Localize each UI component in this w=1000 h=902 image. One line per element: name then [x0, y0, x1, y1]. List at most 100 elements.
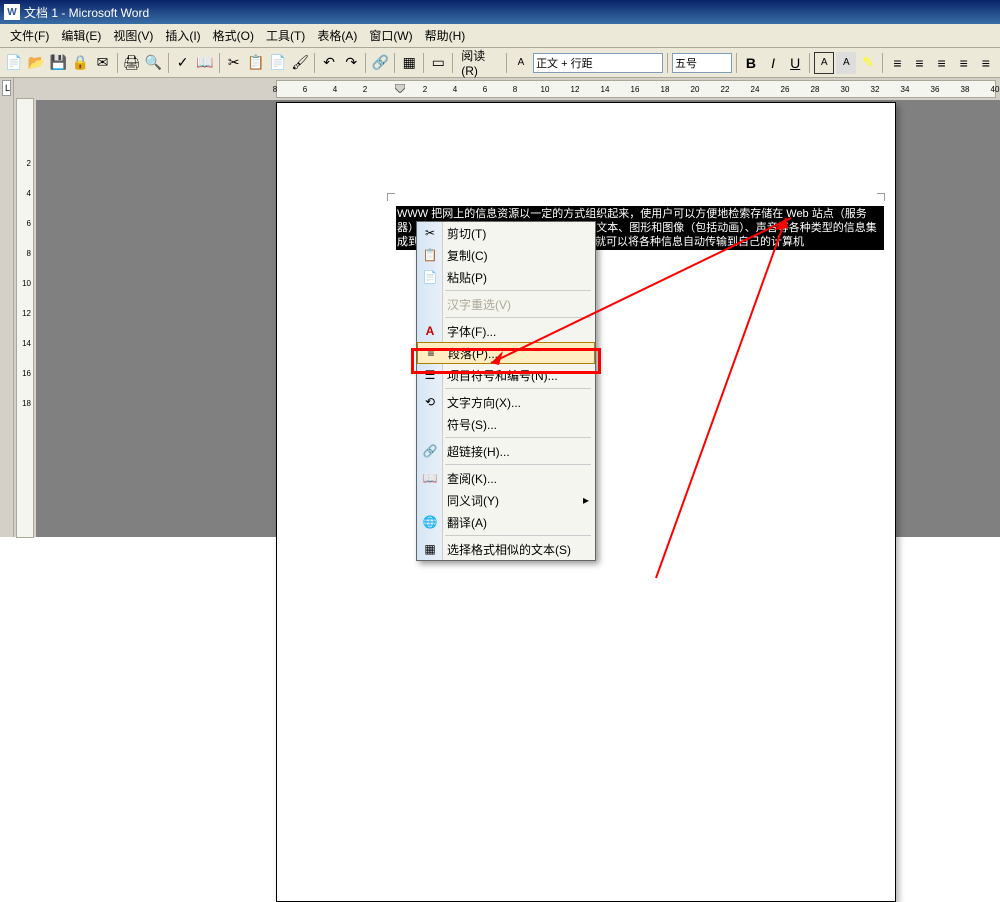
style-select[interactable]: [533, 53, 663, 73]
chevron-right-icon: ▸: [583, 493, 589, 507]
spelling-button[interactable]: ✓: [173, 52, 193, 74]
mail-button[interactable]: ✉: [92, 52, 112, 74]
separator: [882, 53, 883, 73]
copy-button[interactable]: 📋: [246, 52, 266, 74]
print-button[interactable]: 🖨: [121, 52, 141, 74]
paste-icon: 📄: [421, 269, 439, 285]
cm-separator: [445, 464, 591, 465]
annotation-arrow-2: [646, 208, 826, 588]
paste-button[interactable]: 📄: [268, 52, 288, 74]
separator: [736, 53, 737, 73]
copy-icon: 📋: [421, 247, 439, 263]
separator: [365, 53, 366, 73]
align-right-button[interactable]: ≡: [932, 52, 952, 74]
window-title: 文档 1 - Microsoft Word: [24, 4, 149, 21]
save-button[interactable]: 💾: [48, 52, 68, 74]
separator: [506, 53, 507, 73]
cm-select-similar-label: 选择格式相似的文本(S): [447, 541, 571, 558]
cm-separator: [445, 535, 591, 536]
menu-edit[interactable]: 编辑(E): [55, 25, 107, 46]
margin-marker: [387, 193, 395, 201]
workspace: L 24681012141618 86422468101214161820222…: [0, 78, 1000, 537]
cm-text-direction[interactable]: ⟲ 文字方向(X)...: [417, 391, 595, 413]
char-shading-button[interactable]: A: [836, 52, 856, 74]
scissors-icon: ✂: [421, 225, 439, 241]
vertical-ruler[interactable]: 24681012141618: [14, 78, 36, 537]
align-center-button[interactable]: ≡: [909, 52, 929, 74]
cm-symbol-label: 符号(S)...: [447, 416, 497, 433]
open-button[interactable]: 📂: [26, 52, 46, 74]
new-doc-button[interactable]: 📄: [4, 52, 24, 74]
border-button[interactable]: ▭: [428, 52, 448, 74]
cm-symbol[interactable]: 符号(S)...: [417, 413, 595, 435]
menu-table[interactable]: 表格(A): [311, 25, 363, 46]
cm-textdir-label: 文字方向(X)...: [447, 394, 521, 411]
cut-button[interactable]: ✂: [224, 52, 244, 74]
menu-bar: 文件(F) 编辑(E) 视图(V) 插入(I) 格式(O) 工具(T) 表格(A…: [0, 24, 1000, 48]
menu-tools[interactable]: 工具(T): [260, 25, 311, 46]
translate-icon: 🌐: [421, 514, 439, 530]
undo-button[interactable]: ↶: [319, 52, 339, 74]
hyperlink-icon: 🔗: [421, 443, 439, 459]
outline-marker: L: [2, 80, 11, 96]
outline-pane[interactable]: L: [0, 78, 14, 537]
char-border-button[interactable]: A: [814, 52, 834, 74]
cm-separator: [445, 388, 591, 389]
hyperlink-button[interactable]: 🔗: [370, 52, 390, 74]
underline-button[interactable]: U: [785, 52, 805, 74]
tables-button[interactable]: ▦: [399, 52, 419, 74]
paragraph-icon: ≡: [422, 345, 440, 361]
separator: [168, 53, 169, 73]
separator: [314, 53, 315, 73]
separator: [117, 53, 118, 73]
cm-lookup-label: 查阅(K)...: [447, 470, 497, 487]
cm-translate[interactable]: 🌐 翻译(A): [417, 511, 595, 533]
font-icon: A: [421, 323, 439, 339]
preview-button[interactable]: 🔍: [144, 52, 164, 74]
menu-insert[interactable]: 插入(I): [159, 25, 206, 46]
redo-button[interactable]: ↷: [341, 52, 361, 74]
document-area: 8642246810121416182022242628303234363840…: [36, 78, 1000, 537]
highlight-button[interactable]: ✎: [858, 52, 878, 74]
separator: [219, 53, 220, 73]
cm-hyperlink[interactable]: 🔗 超链接(H)...: [417, 440, 595, 462]
cm-separator: [445, 437, 591, 438]
research-button[interactable]: 📖: [195, 52, 215, 74]
styles-button[interactable]: A: [511, 52, 531, 74]
format-painter-button[interactable]: 🖌: [290, 52, 310, 74]
distribute-button[interactable]: ≡: [976, 52, 996, 74]
font-size-select[interactable]: [672, 53, 732, 73]
separator: [667, 53, 668, 73]
toolbar: 📄 📂 💾 🔒 ✉ 🖨 🔍 ✓ 📖 ✂ 📋 📄 🖌 ↶ ↷ 🔗 ▦ ▭ 阅读(R…: [0, 48, 1000, 78]
read-mode-button[interactable]: 阅读(R): [457, 47, 502, 78]
margin-marker: [877, 193, 885, 201]
menu-help[interactable]: 帮助(H): [419, 25, 472, 46]
menu-file[interactable]: 文件(F): [4, 25, 55, 46]
italic-button[interactable]: I: [763, 52, 783, 74]
separator: [423, 53, 424, 73]
align-justify-button[interactable]: ≡: [954, 52, 974, 74]
cm-hyperlink-label: 超链接(H)...: [447, 443, 510, 460]
align-left-button[interactable]: ≡: [887, 52, 907, 74]
separator: [452, 53, 453, 73]
menu-view[interactable]: 视图(V): [107, 25, 159, 46]
bold-button[interactable]: B: [741, 52, 761, 74]
lookup-icon: 📖: [421, 470, 439, 486]
cm-synonyms[interactable]: 同义词(Y) ▸: [417, 489, 595, 511]
select-icon: ▦: [421, 541, 439, 557]
title-bar: W 文档 1 - Microsoft Word: [0, 0, 1000, 24]
cm-translate-label: 翻译(A): [447, 514, 487, 531]
separator: [809, 53, 810, 73]
menu-format[interactable]: 格式(O): [207, 25, 260, 46]
cm-lookup[interactable]: 📖 查阅(K)...: [417, 467, 595, 489]
bullets-icon: ☰: [421, 367, 439, 383]
menu-window[interactable]: 窗口(W): [363, 25, 418, 46]
separator: [394, 53, 395, 73]
horizontal-ruler[interactable]: 8642246810121416182022242628303234363840…: [36, 78, 1000, 100]
text-direction-icon: ⟲: [421, 394, 439, 410]
permission-button[interactable]: 🔒: [70, 52, 90, 74]
app-icon: W: [4, 4, 20, 20]
cm-select-similar[interactable]: ▦ 选择格式相似的文本(S): [417, 538, 595, 560]
first-line-indent-marker[interactable]: [395, 80, 405, 89]
cm-synonyms-label: 同义词(Y): [447, 492, 499, 509]
